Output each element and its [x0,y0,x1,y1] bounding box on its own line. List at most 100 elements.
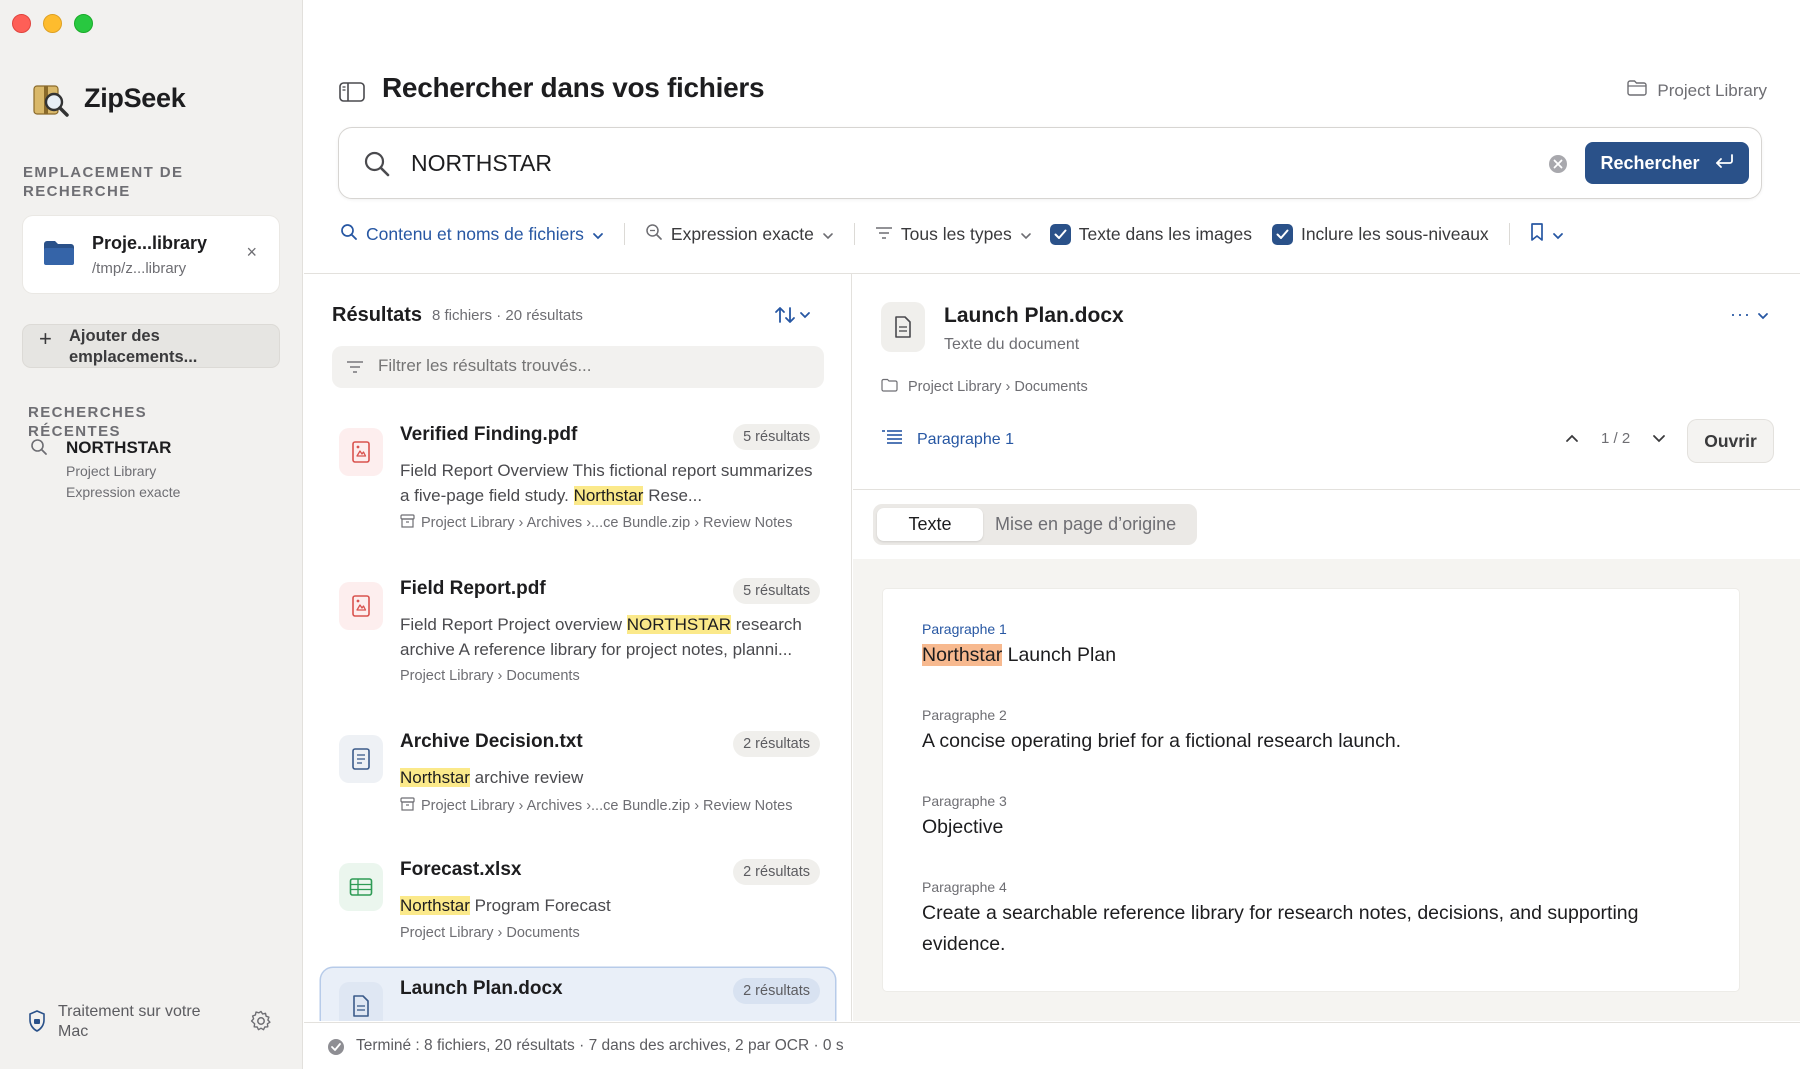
plus-icon: + [39,326,52,351]
chevron-down-icon [1552,224,1564,245]
search-button-label: Rechercher [1600,152,1700,173]
zoom-search-icon [645,223,663,246]
paragraph-label: Paragraphe 3 [922,793,1007,809]
result-count-badge: 2 résultats [733,859,820,885]
search-bar: Rechercher [338,127,1762,199]
search-input[interactable] [411,150,1511,177]
subfolders-toggle[interactable]: Inclure les sous-niveaux [1271,223,1489,245]
preview-path: Project Library › Documents [881,378,1088,396]
recent-scope: Project Library [66,463,157,479]
chevron-up-icon[interactable] [1565,430,1579,447]
paragraph-3[interactable]: Paragraphe 3 Objective [922,792,1702,843]
chevron-down-icon [592,224,604,245]
paragraph-2[interactable]: Paragraphe 2 A concise operating brief f… [922,706,1702,757]
filter-bar: Contenu et noms de fichiers Expression e… [340,219,1564,249]
result-item-launch-plan[interactable]: Launch Plan.docx 2 résultats [321,968,835,1021]
results-count: 8 fichiers · 20 résultats [432,307,583,324]
bookmark-icon [1530,222,1544,246]
file-types-label: Tous les types [900,223,1012,244]
location-path: /tmp/z...library [92,260,187,277]
main-area: Rechercher dans vos fichiers Project Lib… [304,0,1800,1069]
results-title: Résultats [332,304,423,326]
processing-note: Traitement sur votre Mac [58,1003,201,1040]
brand: ZipSeek [30,78,186,118]
result-item-verified-finding[interactable]: Verified Finding.pdf 5 résultats Field R… [321,414,835,552]
subfolders-checkbox[interactable] [1271,223,1293,245]
sidebar-toggle-icon[interactable] [339,82,365,107]
result-item-forecast[interactable]: Forecast.xlsx 2 résultats Northstar Prog… [321,849,835,955]
list-filter-icon [875,224,893,245]
zoom-window-button[interactable] [74,14,93,33]
result-path: Project Library › Archives ›...ce Bundle… [400,797,793,815]
recent-mode: Expression exacte [66,484,181,500]
add-locations-label: Ajouter des emplacements... [69,327,198,366]
result-name: Forecast.xlsx [400,859,522,880]
match-highlight: Northstar [573,486,644,505]
tab-text[interactable]: Texte [877,508,983,541]
search-location-card[interactable]: Proje...library /tmp/z...library × [23,216,279,293]
result-count-badge: 5 résultats [733,578,820,604]
result-count-badge: 2 résultats [733,978,820,1004]
text-file-icon [339,735,383,783]
paragraph-1[interactable]: Paragraphe 1 Northstar Launch Plan [922,620,1702,671]
match-mode-dropdown[interactable]: Expression exacte [645,223,834,246]
folder-outline-icon [881,378,898,396]
paragraph-text: Northstar Launch Plan [922,644,1117,666]
file-types-dropdown[interactable]: Tous les types [875,224,1032,245]
results-filter-input[interactable] [378,356,798,376]
window-controls [12,14,93,33]
ocr-checkbox[interactable] [1049,223,1071,245]
search-button[interactable]: Rechercher [1585,142,1749,184]
paragraph-label: Paragraphe 4 [922,879,1007,895]
bookmark-dropdown[interactable] [1530,222,1564,246]
search-icon [30,438,48,461]
clear-search-icon[interactable] [1548,154,1568,179]
search-icon [363,150,391,183]
spreadsheet-file-icon [339,863,383,911]
match-navigation: 1 / 2 [1565,430,1666,447]
folder-icon [43,240,75,271]
minimize-window-button[interactable] [43,14,62,33]
subfolders-label: Inclure les sous-niveaux [1300,223,1489,244]
more-options-button[interactable]: ··· [1730,304,1769,325]
pdf-file-icon [339,582,383,630]
ocr-toggle[interactable]: Texte dans les images [1049,223,1252,245]
ocr-label: Texte dans les images [1078,223,1252,244]
document-file-icon [339,982,383,1021]
preview-subtitle: Texte du document [944,336,1080,353]
result-item-field-report[interactable]: Field Report.pdf 5 résultats Field Repor… [321,568,835,690]
match-highlight: Northstar [400,896,470,915]
open-button[interactable]: Ouvrir [1688,420,1773,462]
app-name: ZipSeek [84,82,186,113]
close-window-button[interactable] [12,14,31,33]
paragraph-text: Create a searchable reference library fo… [922,902,1639,955]
filter-lines-icon [346,360,364,379]
project-library-link[interactable]: Project Library [1627,80,1767,101]
paragraph-selector[interactable]: Paragraphe 1 [881,429,1014,450]
recent-query: NORTHSTAR [66,438,172,457]
pdf-file-icon [339,428,383,476]
chevron-down-icon[interactable] [1652,430,1666,447]
location-section-label: EMPLACEMENT DE RECHERCHE [23,164,184,200]
archive-icon [400,797,415,815]
match-mode-label: Expression exacte [670,223,814,244]
remove-location-button[interactable]: × [246,243,257,261]
add-locations-button[interactable]: + Ajouter des emplacements... [23,325,279,367]
checkmark-circle-icon [327,1038,345,1061]
preview-file-name: Launch Plan.docx [944,304,1124,327]
result-snippet: Northstar archive review [400,768,584,787]
tab-original-layout[interactable]: Mise en page d’origine [995,508,1176,541]
gear-icon[interactable] [250,1010,272,1037]
active-match-highlight: Northstar [922,644,1003,666]
result-item-archive-decision[interactable]: Archive Decision.txt 2 résultats Northst… [321,721,835,827]
recent-section-label: RECHERCHES RÉCENTES [28,404,148,440]
paragraph-label: Paragraphe 2 [922,707,1007,723]
result-path: Project Library › Documents [400,925,580,941]
sort-icon[interactable] [774,304,818,331]
paragraph-4[interactable]: Paragraphe 4 Create a searchable referen… [922,878,1702,960]
paragraph-text: A concise operating brief for a fictiona… [922,730,1402,752]
results-filter [332,346,824,388]
scope-dropdown[interactable]: Contenu et noms de fichiers [340,223,604,246]
sidebar: ZipSeek EMPLACEMENT DE RECHERCHE Proje..… [0,0,303,1069]
preview-panel: Launch Plan.docx Texte du document ··· P… [853,274,1800,1021]
